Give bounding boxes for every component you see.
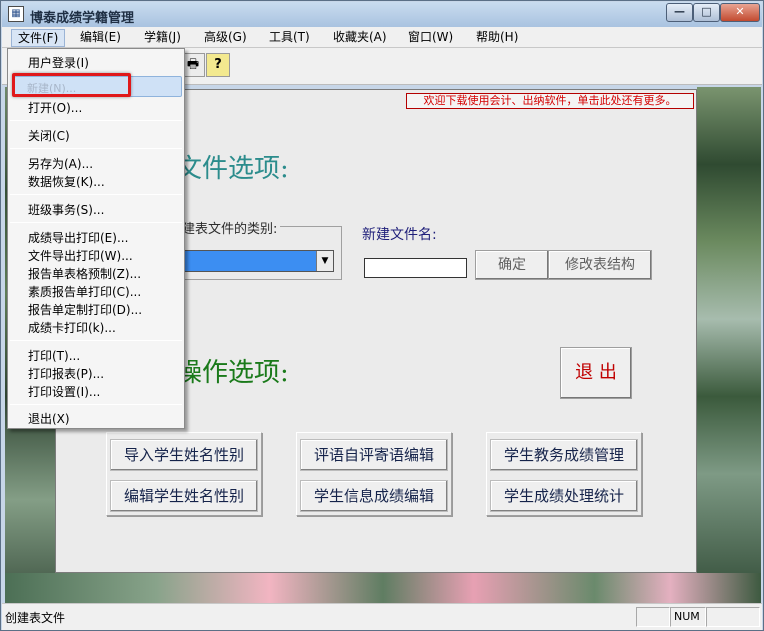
title-bar[interactable]: ▦ 博泰成绩学籍管理 — □ ✕ bbox=[2, 2, 762, 27]
ops-group-2: 评语自评寄语编辑 学生信息成绩编辑 bbox=[296, 432, 452, 516]
ops-group-3: 学生教务成绩管理 学生成绩处理统计 bbox=[486, 432, 642, 516]
minimize-button[interactable]: — bbox=[666, 3, 693, 22]
menu-separator bbox=[10, 148, 182, 149]
edit-student-names-button[interactable]: 编辑学生姓名性别 bbox=[110, 480, 258, 512]
background-scenery-right bbox=[697, 87, 761, 603]
menu-edit[interactable]: 编辑(E) bbox=[74, 29, 127, 47]
menu-item-quality-report-print[interactable]: 素质报告单打印(C)... bbox=[28, 283, 141, 300]
menu-favorites[interactable]: 收藏夹(A) bbox=[327, 29, 393, 47]
import-student-names-button[interactable]: 导入学生姓名性别 bbox=[110, 439, 258, 471]
menu-item-print-setup[interactable]: 打印设置(I)... bbox=[28, 383, 100, 400]
menu-item-user-login[interactable]: 用户登录(I) bbox=[28, 54, 89, 71]
menu-help[interactable]: 帮助(H) bbox=[470, 29, 524, 47]
menu-item-open[interactable]: 打开(O)... bbox=[28, 99, 82, 116]
background-scenery-bottom bbox=[5, 573, 761, 603]
status-text: 创建表文件 bbox=[5, 611, 66, 625]
chevron-down-icon[interactable]: ▼ bbox=[316, 251, 333, 271]
type-label: 建表文件的类别: bbox=[179, 218, 281, 237]
menu-item-print[interactable]: 打印(T)... bbox=[28, 347, 80, 364]
menu-file[interactable]: 文件(F) bbox=[11, 29, 66, 47]
comments-edit-button[interactable]: 评语自评寄语编辑 bbox=[300, 439, 448, 471]
modify-structure-button[interactable]: 修改表结构 bbox=[548, 250, 652, 280]
menu-separator bbox=[10, 194, 182, 195]
menu-separator bbox=[10, 340, 182, 341]
annotation-highlight-box bbox=[12, 73, 131, 97]
menu-item-save-as[interactable]: 另存为(A)... bbox=[28, 155, 93, 172]
ad-banner-link[interactable]: 欢迎下载使用会计、出纳软件，单击此处还有更多。 bbox=[406, 93, 694, 109]
status-panel-blank bbox=[636, 607, 670, 627]
menu-item-class-affairs[interactable]: 班级事务(S)... bbox=[28, 201, 104, 218]
menu-item-file-export-print[interactable]: 文件导出打印(W)... bbox=[28, 247, 133, 264]
menu-separator bbox=[10, 120, 182, 121]
menu-window[interactable]: 窗口(W) bbox=[402, 29, 459, 47]
maximize-button[interactable]: □ bbox=[693, 3, 720, 22]
num-lock-indicator: NUM bbox=[670, 607, 706, 627]
window-title: 博泰成绩学籍管理 bbox=[30, 11, 135, 26]
confirm-button[interactable]: 确定 bbox=[475, 250, 549, 280]
menu-item-print-report[interactable]: 打印报表(P)... bbox=[28, 365, 104, 382]
help-icon[interactable]: ? bbox=[206, 53, 230, 77]
status-panel-extra bbox=[706, 607, 760, 627]
score-statistics-button[interactable]: 学生成绩处理统计 bbox=[490, 480, 638, 512]
new-filename-label: 新建文件名: bbox=[362, 227, 437, 243]
new-filename-input[interactable] bbox=[364, 258, 467, 278]
main-window: ▦ 博泰成绩学籍管理 — □ ✕ 文件(F) 编辑(E) 学籍(J) 高级(G)… bbox=[0, 0, 764, 631]
close-button[interactable]: ✕ bbox=[720, 3, 760, 22]
menu-item-exit[interactable]: 退出(X) bbox=[28, 410, 70, 427]
file-options-heading: 文件选项: bbox=[176, 154, 289, 184]
file-type-select[interactable]: ▼ bbox=[180, 250, 334, 272]
menu-item-data-restore[interactable]: 数据恢复(K)... bbox=[28, 173, 105, 190]
app-icon: ▦ bbox=[8, 6, 24, 22]
menu-separator bbox=[10, 222, 182, 223]
menu-tools[interactable]: 工具(T) bbox=[263, 29, 316, 47]
menu-item-score-export-print[interactable]: 成绩导出打印(E)... bbox=[28, 229, 128, 246]
menu-item-report-template[interactable]: 报告单表格预制(Z)... bbox=[28, 265, 141, 282]
menu-item-custom-report-print[interactable]: 报告单定制打印(D)... bbox=[28, 301, 142, 318]
operation-options-heading: 操作选项: bbox=[176, 358, 289, 388]
student-info-scores-button[interactable]: 学生信息成绩编辑 bbox=[300, 480, 448, 512]
menu-advanced[interactable]: 高级(G) bbox=[198, 29, 253, 47]
academic-scores-management-button[interactable]: 学生教务成绩管理 bbox=[490, 439, 638, 471]
file-menu-dropdown: 用户登录(I) 打开(O)... 关闭(C) 另存为(A)... 数据恢复(K)… bbox=[7, 48, 185, 429]
ops-group-1: 导入学生姓名性别 编辑学生姓名性别 bbox=[106, 432, 262, 516]
menu-item-score-card-print[interactable]: 成绩卡打印(k)... bbox=[28, 319, 116, 336]
menu-item-close[interactable]: 关闭(C) bbox=[28, 127, 70, 144]
menu-separator bbox=[10, 404, 182, 405]
exit-button[interactable]: 退 出 bbox=[560, 347, 632, 399]
menu-bar: 文件(F) 编辑(E) 学籍(J) 高级(G) 工具(T) 收藏夹(A) 窗口(… bbox=[2, 27, 762, 48]
menu-enrollment[interactable]: 学籍(J) bbox=[138, 29, 187, 47]
status-bar: 创建表文件 NUM bbox=[2, 603, 762, 630]
